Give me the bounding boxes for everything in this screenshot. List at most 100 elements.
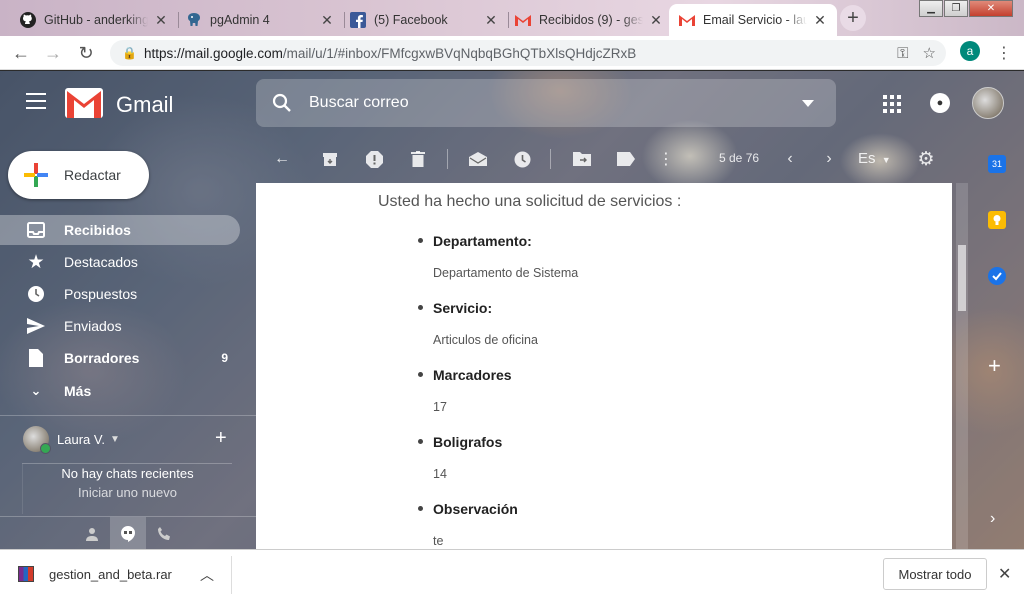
tab-facebook[interactable]: (5) Facebook ✕ bbox=[340, 4, 509, 36]
github-icon bbox=[20, 12, 36, 28]
notifications-icon[interactable]: ● bbox=[930, 93, 950, 113]
back-arrow-icon[interactable]: ← bbox=[10, 42, 32, 64]
contacts-icon[interactable] bbox=[74, 517, 110, 549]
search-bar[interactable]: Buscar correo bbox=[256, 79, 836, 127]
sidebar-item-enviados[interactable]: Enviados bbox=[0, 311, 240, 341]
close-icon[interactable]: ✕ bbox=[813, 12, 827, 28]
tab-email-servicio[interactable]: Email Servicio - lau ✕ bbox=[669, 4, 837, 36]
mark-unread-icon[interactable] bbox=[467, 148, 489, 170]
account-avatar[interactable] bbox=[972, 87, 1004, 119]
download-file-name: gestion_and_beta.rar bbox=[49, 566, 172, 582]
tab-title: pgAdmin 4 bbox=[210, 13, 270, 27]
snooze-icon[interactable] bbox=[511, 148, 533, 170]
tasks-icon[interactable] bbox=[988, 267, 1006, 285]
avatar bbox=[23, 426, 51, 454]
window-controls: ▁ ❐ ✕ bbox=[918, 0, 1013, 18]
field-label-marcadores: Marcadores bbox=[433, 367, 512, 383]
input-tools-language[interactable]: Es ▼ bbox=[858, 150, 891, 167]
message-scrollbar[interactable] bbox=[956, 183, 968, 549]
close-icon[interactable]: ✕ bbox=[649, 12, 663, 28]
gmail-app: Gmail Buscar correo ● Redactar Recibidos… bbox=[0, 71, 1024, 549]
report-spam-icon[interactable] bbox=[363, 148, 385, 170]
field-label-observacion: Observación bbox=[433, 501, 518, 517]
archive-icon[interactable] bbox=[319, 148, 341, 170]
tab-github[interactable]: GitHub - anderking ✕ bbox=[10, 4, 179, 36]
settings-gear-icon[interactable]: ⚙ bbox=[915, 148, 937, 170]
key-icon[interactable]: ⚿ bbox=[897, 45, 908, 62]
message-intro: Usted ha hecho una solicitud de servicio… bbox=[378, 193, 682, 210]
sidebar-item-destacados[interactable]: ★ Destacados bbox=[0, 247, 240, 277]
window-close-button[interactable]: ✕ bbox=[969, 0, 1013, 17]
field-value-observacion: te bbox=[433, 534, 444, 548]
sidebar-item-label: Borradores bbox=[64, 350, 140, 366]
move-to-icon[interactable] bbox=[571, 148, 593, 170]
chat-user[interactable]: Laura V. ▼ bbox=[23, 426, 120, 454]
gmail-header: Gmail Buscar correo ● bbox=[0, 71, 1024, 135]
get-addons-icon[interactable]: + bbox=[988, 353, 1001, 379]
chat-tabs bbox=[0, 516, 256, 549]
calendar-icon[interactable]: 31 bbox=[988, 155, 1006, 173]
close-icon[interactable]: ✕ bbox=[998, 564, 1011, 584]
close-icon[interactable]: ✕ bbox=[320, 12, 334, 28]
sidebar-item-mas[interactable]: ⌄ Más bbox=[0, 376, 240, 406]
compose-plus-icon bbox=[24, 163, 48, 187]
more-options-icon[interactable]: ⋮ bbox=[655, 148, 677, 170]
keep-icon[interactable] bbox=[988, 211, 1006, 229]
draft-icon bbox=[26, 349, 46, 367]
scrollbar-thumb[interactable] bbox=[958, 245, 966, 311]
chat-empty-state: No hay chats recientes Iniciar uno nuevo bbox=[22, 464, 232, 514]
field-value-servicio: Articulos de oficina bbox=[433, 333, 538, 347]
tab-recibidos[interactable]: Recibidos (9) - gest ✕ bbox=[505, 4, 674, 36]
chevron-down-icon: ⌄ bbox=[30, 383, 42, 398]
pager-count: 5 de 76 bbox=[719, 151, 760, 165]
older-chevron-icon[interactable]: › bbox=[818, 148, 840, 170]
rar-file-icon bbox=[18, 566, 34, 582]
sidebar-item-borradores[interactable]: Borradores 9 bbox=[0, 343, 240, 373]
sidebar-item-recibidos[interactable]: Recibidos bbox=[0, 215, 240, 245]
newer-chevron-icon[interactable]: ‹ bbox=[779, 148, 801, 170]
reload-icon[interactable]: ↻ bbox=[75, 42, 97, 64]
close-icon[interactable]: ✕ bbox=[154, 12, 168, 28]
add-chat-icon[interactable]: + bbox=[215, 427, 227, 450]
phone-icon[interactable] bbox=[146, 517, 182, 549]
browser-profile-avatar[interactable]: a bbox=[960, 41, 980, 61]
star-icon: ★ bbox=[27, 251, 45, 273]
sidebar-item-label: Enviados bbox=[64, 318, 122, 334]
clock-icon bbox=[26, 285, 46, 303]
close-icon[interactable]: ✕ bbox=[484, 12, 498, 28]
sidebar-item-pospuestos[interactable]: Pospuestos bbox=[0, 279, 240, 309]
tab-title: (5) Facebook bbox=[374, 13, 448, 27]
label-icon[interactable] bbox=[615, 148, 637, 170]
facebook-icon bbox=[350, 12, 366, 28]
back-to-inbox-icon[interactable]: ← bbox=[271, 148, 293, 170]
hangouts-icon[interactable] bbox=[110, 517, 146, 549]
main-menu-icon[interactable] bbox=[26, 93, 46, 114]
tab-pgadmin[interactable]: pgAdmin 4 ✕ bbox=[176, 4, 345, 36]
compose-button[interactable]: Redactar bbox=[8, 151, 149, 199]
bullet bbox=[418, 439, 423, 444]
search-input[interactable]: Buscar correo bbox=[309, 94, 802, 112]
bookmark-star-icon[interactable]: ☆ bbox=[923, 44, 936, 62]
browser-menu-icon[interactable]: ⋮ bbox=[996, 43, 1012, 63]
forward-arrow-icon[interactable]: → bbox=[42, 42, 64, 64]
expand-panel-icon[interactable]: › bbox=[990, 510, 995, 528]
message-body: Usted ha hecho una solicitud de servicio… bbox=[256, 183, 952, 549]
new-tab-button[interactable]: + bbox=[840, 5, 866, 31]
gmail-logo-icon[interactable] bbox=[65, 88, 103, 123]
search-options-icon[interactable] bbox=[802, 99, 814, 107]
chevron-up-icon[interactable]: ︿ bbox=[200, 565, 214, 585]
search-icon[interactable] bbox=[272, 93, 292, 113]
field-label-servicio: Servicio: bbox=[433, 300, 493, 316]
tab-title: GitHub - anderking bbox=[44, 13, 148, 27]
show-all-button[interactable]: Mostrar todo bbox=[883, 558, 987, 590]
delete-icon[interactable] bbox=[407, 148, 429, 170]
download-item[interactable]: gestion_and_beta.rar bbox=[18, 566, 172, 582]
caret-down-icon[interactable]: ▼ bbox=[110, 434, 120, 445]
start-new-chat-link[interactable]: Iniciar uno nuevo bbox=[23, 483, 232, 502]
sidebar-item-label: Más bbox=[64, 383, 92, 399]
apps-grid-icon[interactable] bbox=[883, 95, 901, 113]
tab-title: Recibidos (9) - gest bbox=[539, 13, 643, 27]
address-bar[interactable]: 🔒 https://mail.google.com/mail/u/1/#inbo… bbox=[110, 40, 946, 66]
maximize-button[interactable]: ❐ bbox=[944, 0, 968, 17]
minimize-button[interactable]: ▁ bbox=[919, 0, 943, 17]
